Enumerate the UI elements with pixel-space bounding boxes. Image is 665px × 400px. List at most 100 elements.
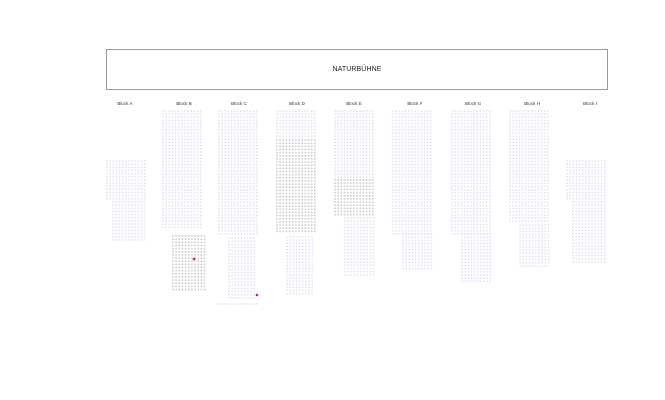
seat-available[interactable]: [231, 255, 234, 258]
seat-available[interactable]: [543, 113, 546, 116]
seat-available[interactable]: [180, 163, 183, 166]
seat-available[interactable]: [356, 125, 358, 128]
seat-available[interactable]: [227, 207, 230, 210]
seat-available[interactable]: [427, 239, 430, 242]
seat-available[interactable]: [174, 185, 177, 188]
seat-available[interactable]: [469, 217, 472, 220]
seat-available[interactable]: [240, 191, 242, 194]
seat-available[interactable]: [485, 179, 488, 182]
seat-available[interactable]: [395, 229, 398, 232]
seat-available[interactable]: [404, 214, 407, 216]
seat-available[interactable]: [162, 214, 164, 216]
seat-available[interactable]: [171, 195, 174, 197]
seat-available[interactable]: [118, 226, 121, 229]
seat-available[interactable]: [349, 138, 352, 141]
seat-available[interactable]: [423, 223, 426, 226]
seat-available[interactable]: [137, 219, 140, 222]
seat-available[interactable]: [372, 242, 375, 245]
seat-available[interactable]: [405, 233, 408, 235]
seat-available[interactable]: [534, 252, 537, 255]
seat-available[interactable]: [398, 198, 401, 201]
seat-available[interactable]: [177, 128, 180, 131]
seat-available[interactable]: [127, 238, 130, 241]
seat-available[interactable]: [521, 198, 524, 201]
seat-available[interactable]: [224, 182, 227, 185]
seat-available[interactable]: [253, 271, 256, 274]
seat-available[interactable]: [365, 122, 368, 125]
seat-available[interactable]: [227, 166, 230, 169]
seat-available[interactable]: [482, 132, 485, 134]
seat-available[interactable]: [427, 267, 430, 270]
seat-available[interactable]: [118, 178, 121, 181]
seat-available[interactable]: [489, 242, 492, 245]
seat-available[interactable]: [424, 242, 426, 245]
seat-available[interactable]: [224, 214, 227, 216]
seat-available[interactable]: [408, 245, 411, 248]
seat-available[interactable]: [426, 119, 429, 122]
seat-available[interactable]: [252, 163, 255, 166]
seat-available[interactable]: [518, 169, 521, 172]
seat-available[interactable]: [359, 147, 362, 150]
seat-available[interactable]: [429, 163, 432, 166]
seat-available[interactable]: [301, 128, 304, 131]
seat-available[interactable]: [237, 290, 240, 293]
seat-available[interactable]: [199, 128, 202, 131]
seat-available[interactable]: [522, 230, 525, 233]
seat-available[interactable]: [165, 214, 168, 216]
seat-available[interactable]: [407, 169, 410, 172]
seat-available[interactable]: [473, 157, 475, 160]
seat-available[interactable]: [485, 151, 488, 153]
seat-available[interactable]: [249, 223, 252, 226]
seat-available[interactable]: [347, 270, 350, 273]
seat-available[interactable]: [398, 214, 401, 216]
seat-available[interactable]: [127, 226, 130, 229]
seat-available[interactable]: [334, 138, 336, 141]
seat-available[interactable]: [531, 160, 533, 163]
seat-available[interactable]: [522, 249, 525, 252]
seat-available[interactable]: [140, 169, 143, 172]
seat-available[interactable]: [537, 157, 540, 160]
seat-available[interactable]: [528, 233, 531, 236]
seat-available[interactable]: [512, 210, 515, 213]
seat-available[interactable]: [168, 214, 171, 216]
seat-available[interactable]: [469, 207, 472, 210]
seat-available[interactable]: [392, 191, 394, 194]
seat-available[interactable]: [429, 182, 432, 185]
seat-available[interactable]: [298, 135, 300, 138]
seat-available[interactable]: [294, 119, 297, 122]
seat-available[interactable]: [236, 182, 239, 185]
seat-available[interactable]: [521, 110, 524, 112]
seat-available[interactable]: [359, 144, 362, 147]
seat-available[interactable]: [359, 125, 362, 128]
seat-available[interactable]: [515, 141, 518, 144]
seat-available[interactable]: [353, 264, 356, 267]
seat-available[interactable]: [460, 223, 463, 226]
seat-available[interactable]: [356, 254, 359, 257]
seat-available[interactable]: [346, 166, 349, 169]
seat-available[interactable]: [420, 236, 423, 239]
seat-available[interactable]: [165, 185, 168, 188]
seat-available[interactable]: [479, 144, 482, 147]
seat-available[interactable]: [410, 179, 413, 182]
seat-available[interactable]: [246, 268, 249, 271]
seat-available[interactable]: [224, 144, 227, 147]
seat-available[interactable]: [476, 122, 479, 125]
seat-available[interactable]: [308, 286, 310, 289]
seat-available[interactable]: [131, 188, 134, 191]
seat-available[interactable]: [362, 160, 365, 163]
seat-available[interactable]: [137, 182, 140, 184]
seat-available[interactable]: [227, 169, 230, 172]
seat-available[interactable]: [525, 255, 528, 258]
seat-available[interactable]: [414, 110, 416, 112]
seat-available[interactable]: [469, 226, 472, 229]
seat-available[interactable]: [162, 166, 164, 169]
seat-available[interactable]: [476, 144, 479, 147]
seat-available[interactable]: [311, 277, 314, 279]
seat-available[interactable]: [233, 113, 236, 116]
seat-available[interactable]: [140, 175, 143, 178]
seat-available[interactable]: [463, 185, 466, 188]
seat-available[interactable]: [236, 223, 239, 226]
seat-available[interactable]: [414, 201, 416, 204]
seat-available[interactable]: [423, 226, 426, 229]
seat-available[interactable]: [392, 207, 394, 210]
